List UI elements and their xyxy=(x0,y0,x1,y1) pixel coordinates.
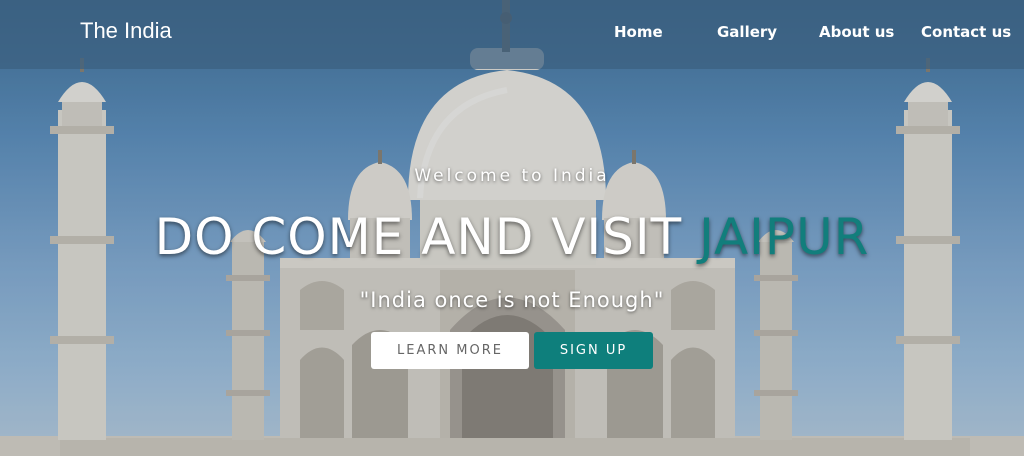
nav-link-about-us[interactable]: About us xyxy=(819,23,894,41)
nav-link-home[interactable]: Home xyxy=(614,23,663,41)
brand-logo[interactable]: The India xyxy=(80,18,172,44)
hero-headline-text: DO COME AND VISIT xyxy=(154,208,683,266)
sign-up-button[interactable]: SIGN UP xyxy=(534,332,653,369)
nav-link-contact-us[interactable]: Contact us xyxy=(921,23,1011,41)
hero-headline-accent: JAIPUR xyxy=(699,208,870,266)
navbar: The India Home Gallery About us Contact … xyxy=(0,0,1024,69)
nav-link-gallery[interactable]: Gallery xyxy=(717,23,777,41)
hero-quote: "India once is not Enough" xyxy=(359,288,665,312)
hero-tagline: Welcome to India xyxy=(414,166,610,186)
hero-headline: DO COME AND VISIT JAIPUR xyxy=(0,208,1024,266)
learn-more-button[interactable]: LEARN MORE xyxy=(371,332,529,369)
hero-section: The India Home Gallery About us Contact … xyxy=(0,0,1024,456)
